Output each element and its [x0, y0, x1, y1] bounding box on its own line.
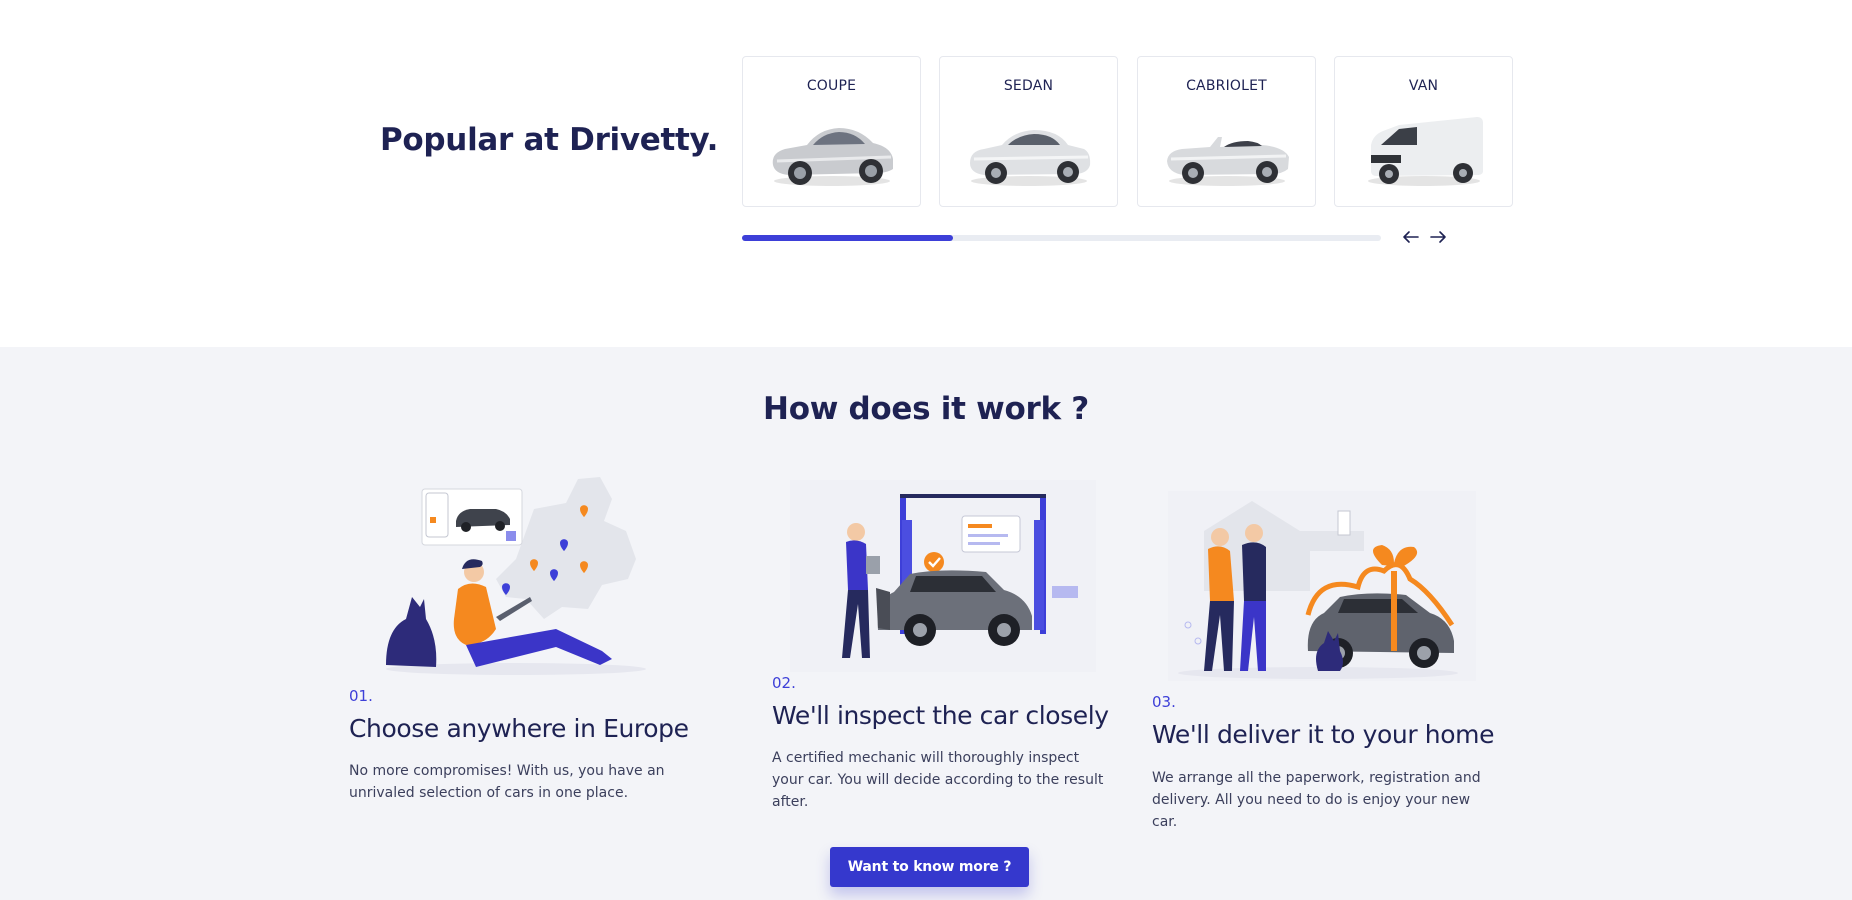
sedan-car-image [970, 130, 1091, 186]
step-text: A certified mechanic will thoroughly ins… [772, 750, 1104, 810]
carousel-progress [742, 235, 1381, 241]
card-label: CABRIOLET [1186, 78, 1267, 94]
car-card-cabriolet[interactable]: CABRIOLET [1137, 56, 1316, 207]
card-label: VAN [1408, 78, 1439, 94]
card-label: SEDAN [1003, 78, 1054, 94]
popular-section: Popular at Drivetty. COUPE SEDAN CABRIOL… [0, 0, 1852, 347]
van-image [1368, 117, 1483, 186]
step-number: 02. [772, 674, 796, 692]
car-card-coupe[interactable]: COUPE [742, 56, 921, 207]
car-card-sedan[interactable]: SEDAN [939, 56, 1118, 207]
car-delivery-illustration [1168, 491, 1476, 681]
cabriolet-car-image [1167, 137, 1289, 186]
step-title: Choose anywhere in Europe [349, 714, 689, 743]
step-text: We arrange all the paperwork, registrati… [1152, 770, 1481, 830]
how-title: How does it work ? [763, 391, 1089, 427]
europe-map-illustration [386, 477, 646, 675]
arrow-right-icon[interactable] [1427, 226, 1449, 248]
car-inspection-illustration [790, 480, 1096, 672]
step-text: No more compromises! With us, you have a… [349, 763, 665, 801]
popular-title: Popular at Drivetty. [380, 122, 719, 158]
coupe-car-image [772, 128, 893, 186]
card-label: COUPE [806, 78, 857, 94]
arrow-left-icon[interactable] [1400, 226, 1422, 248]
how-it-works-section: How does it work ? 01. Choose anywhere i… [0, 347, 1852, 900]
want-to-know-more-button[interactable]: Want to know more ? [830, 847, 1029, 887]
step-title: We'll deliver it to your home [1152, 720, 1495, 749]
step-number: 01. [349, 687, 373, 705]
carousel-progress-fill [742, 235, 953, 241]
step-number: 03. [1152, 693, 1176, 711]
step-title: We'll inspect the car closely [772, 701, 1109, 730]
car-card-van[interactable]: VAN [1334, 56, 1513, 207]
